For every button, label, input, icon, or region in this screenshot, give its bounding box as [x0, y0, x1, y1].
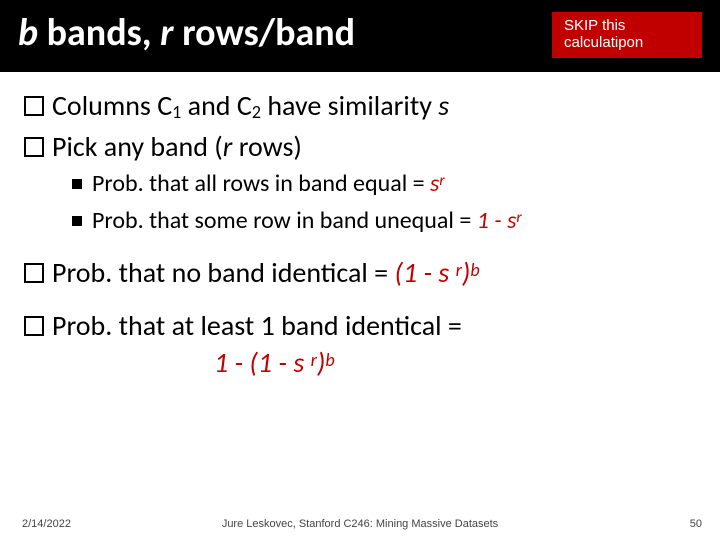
- title-text-rows: rows/band: [174, 10, 355, 56]
- title-text-bands: bands,: [38, 10, 160, 56]
- slide-title: b bands, r rows/band: [18, 10, 355, 56]
- skip-line-2: calculatipon: [564, 34, 690, 51]
- eq: sr: [430, 169, 445, 198]
- eq-sup: r: [439, 171, 444, 190]
- bullet-columns: Columns C1 and C2 have similarity s: [24, 88, 696, 124]
- text: and C: [181, 88, 251, 123]
- text: Prob. that all rows in band equal =: [92, 169, 430, 198]
- bullet-at-least-one-band-identical: Prob. that at least 1 band identical =: [24, 308, 696, 343]
- var-s: s: [438, 88, 449, 123]
- hollow-square-icon: [24, 263, 44, 283]
- eq-a: 1 - s: [477, 206, 517, 235]
- hollow-square-icon: [24, 316, 44, 336]
- bullet-no-band-identical: Prob. that no band identical = (1 - s r)…: [24, 255, 696, 290]
- title-bar: b bands, r rows/band SKIP this calculati…: [0, 0, 720, 72]
- var-r: r: [223, 129, 233, 164]
- eq-a: (1 - s: [394, 255, 455, 290]
- sub-bullet-all-rows-equal: Prob. that all rows in band equal = sr: [72, 168, 696, 200]
- text: Prob. that at least 1 band identical =: [52, 308, 462, 343]
- bullet-pick-band: Pick any band (r rows): [24, 129, 696, 164]
- skip-line-1: SKIP this: [564, 17, 690, 34]
- eq-at-least-one: 1 - (1 - s r)b: [214, 345, 696, 380]
- subscript: 1: [172, 101, 181, 123]
- filled-square-icon: [72, 179, 82, 189]
- footer-credit: Jure Leskovec, Stanford C246: Mining Mas…: [0, 518, 720, 530]
- hollow-square-icon: [24, 96, 44, 116]
- text: Prob. that some row in band unequal =: [92, 206, 477, 235]
- eq-sup: r: [516, 208, 521, 227]
- eq-sup-b: b: [470, 259, 479, 281]
- title-var-r: r: [160, 10, 173, 56]
- slide: b bands, r rows/band SKIP this calculati…: [0, 0, 720, 540]
- text: Prob. that no band identical =: [52, 255, 394, 290]
- eq-base: s: [430, 169, 439, 198]
- text: Pick any band (: [52, 129, 223, 164]
- text: rows): [232, 129, 302, 164]
- text: have similarity: [261, 88, 438, 123]
- sub-bullet-some-row-unequal: Prob. that some row in band unequal = 1 …: [72, 205, 696, 237]
- eq-a: 1 - (1 - s: [214, 345, 311, 380]
- text: Columns C: [52, 88, 172, 123]
- eq: (1 - s r)b: [394, 255, 479, 290]
- title-var-b: b: [18, 10, 38, 56]
- hollow-square-icon: [24, 137, 44, 157]
- footer-page-number: 50: [690, 518, 702, 530]
- eq-sup-b: b: [325, 349, 334, 371]
- eq: 1 - sr: [477, 206, 522, 235]
- slide-body: Columns C1 and C2 have similarity s Pick…: [0, 72, 720, 381]
- skip-callout: SKIP this calculatipon: [552, 12, 702, 58]
- subscript: 2: [252, 101, 261, 123]
- filled-square-icon: [72, 216, 82, 226]
